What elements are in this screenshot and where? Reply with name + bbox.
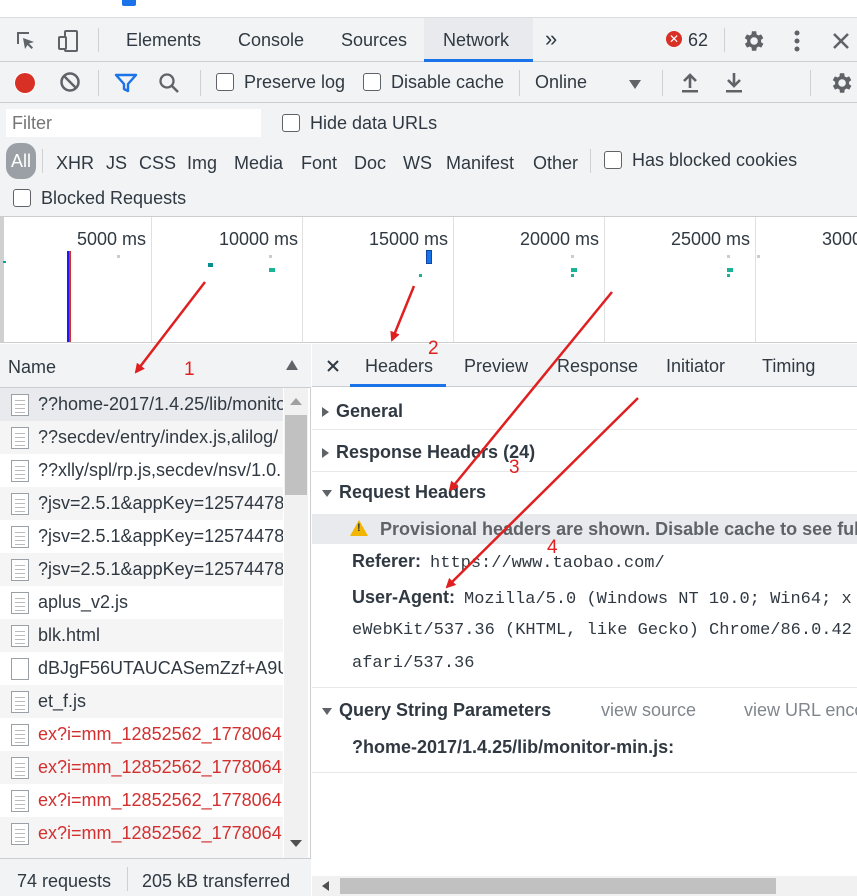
annotation-label-1: 1: [184, 359, 195, 380]
annotation-arrows: [134, 281, 639, 589]
annotation-arrow-4: [445, 397, 639, 589]
annotation-label-4: 4: [547, 537, 558, 558]
annotation-arrow-1: [134, 281, 206, 374]
annotation-arrow-2: [390, 285, 416, 342]
annotation-label-3: 3: [509, 457, 520, 478]
annotation-label-2: 2: [428, 338, 439, 359]
annotation-arrow-3: [448, 291, 613, 492]
